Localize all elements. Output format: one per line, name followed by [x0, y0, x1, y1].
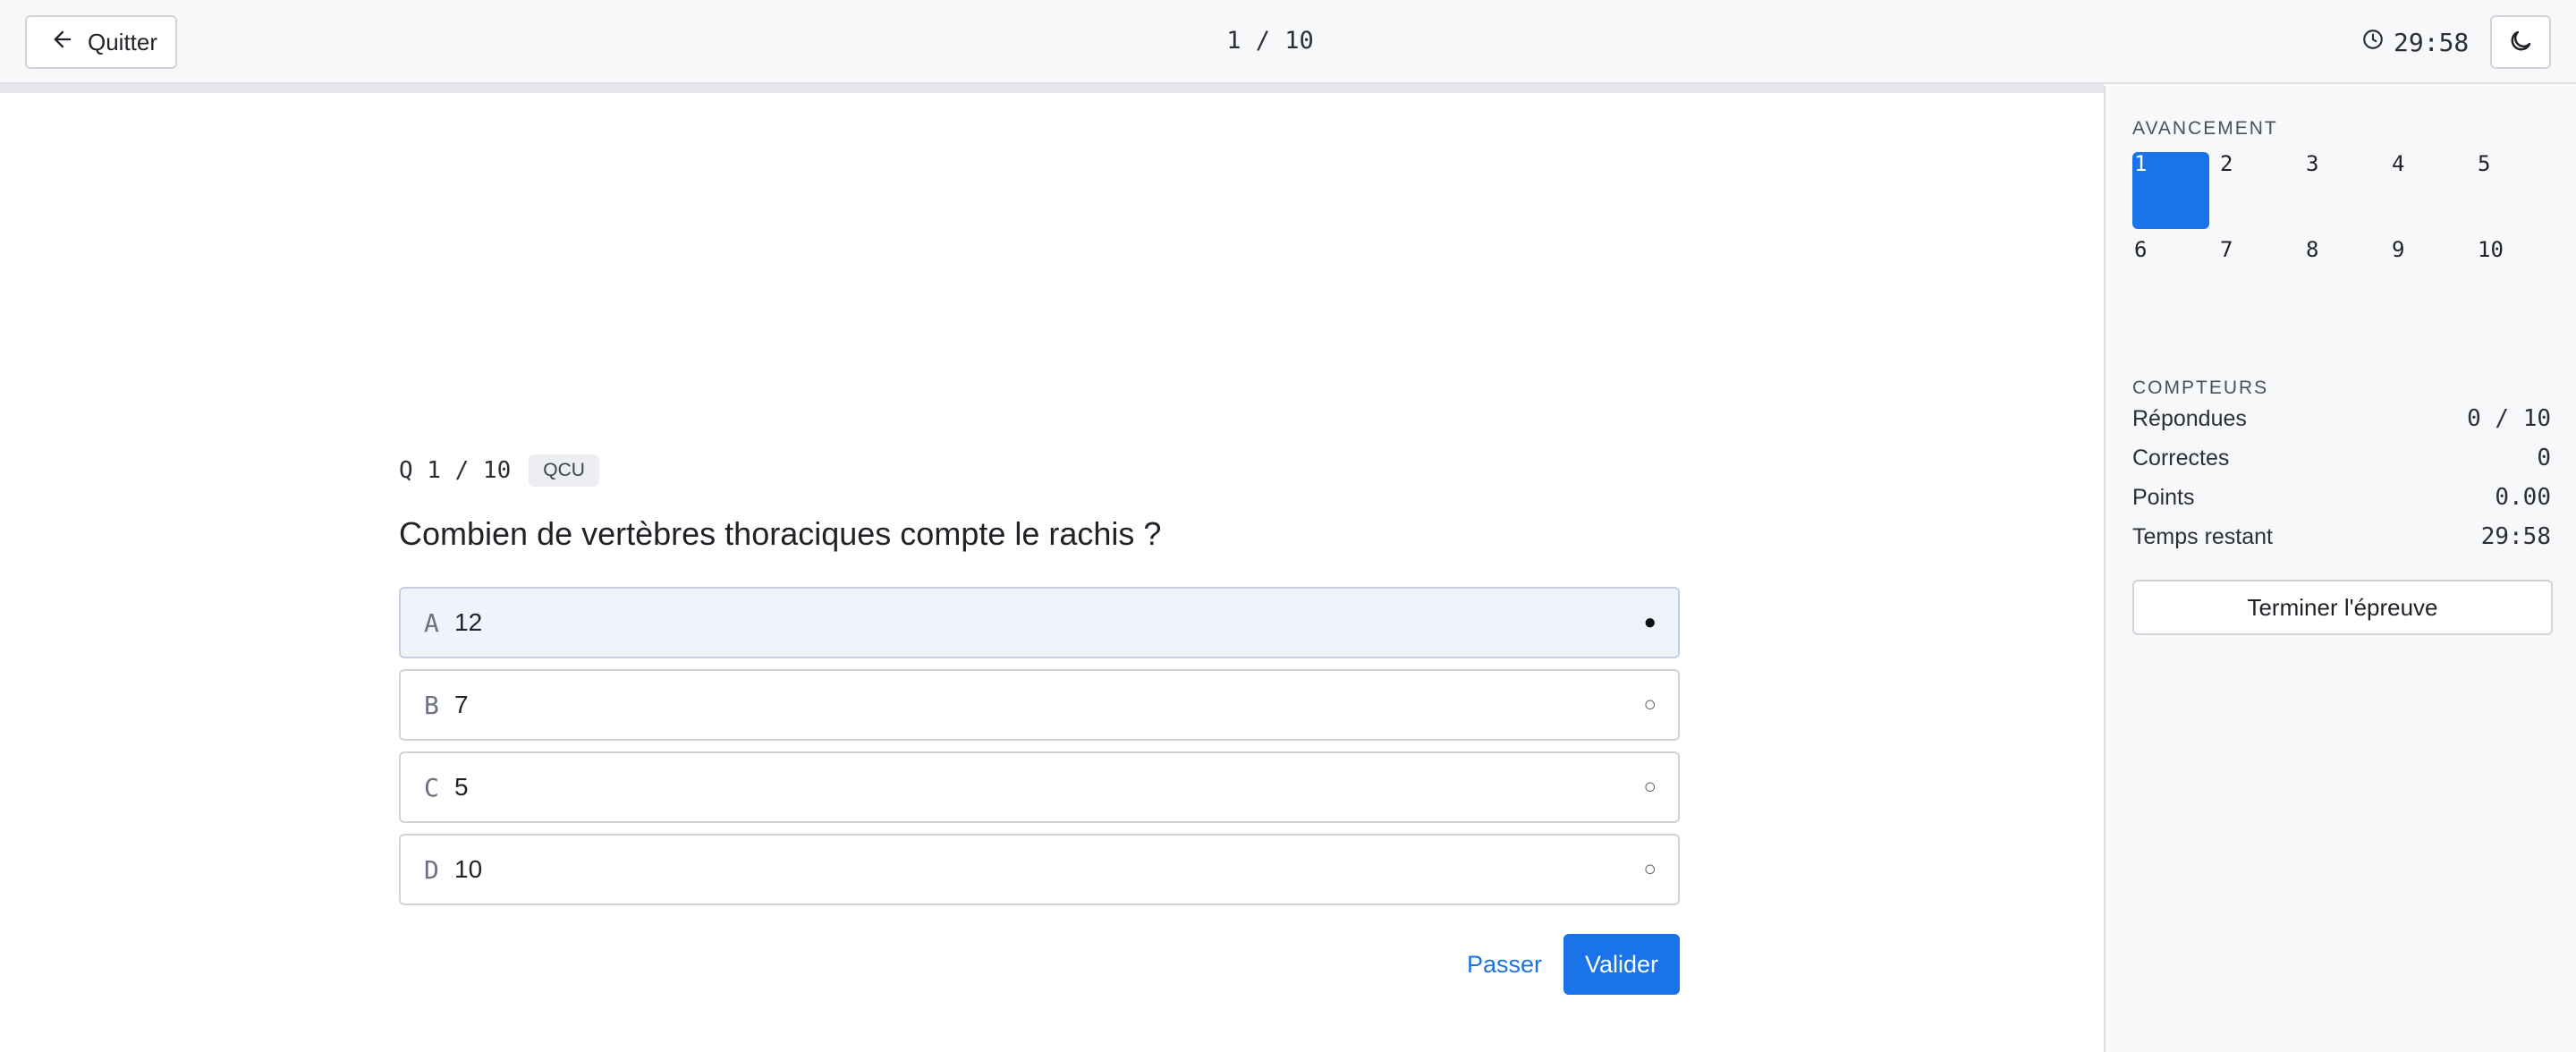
sidebar: AVANCEMENT 1 2 3 4 5 6 7 8 9 10 COMPTEUR…	[2104, 86, 2576, 1052]
question-text: Combien de vertèbres thoraciques compte …	[399, 515, 1162, 552]
counter-label: Répondues	[2132, 405, 2247, 431]
top-bar: Quitter 1 / 10 29:58	[0, 0, 2576, 84]
radio-icon: ○	[1643, 692, 1657, 717]
counter-value: 0 / 10	[2467, 405, 2551, 432]
skip-button[interactable]: Passer	[1467, 951, 1542, 979]
choice-c[interactable]: C 5 ○	[399, 751, 1680, 823]
question-actions: Passer Valider	[1449, 934, 1680, 995]
question-nav-6[interactable]: 6	[2132, 238, 2209, 315]
choice-list: A 12 ● B 7 ○ C 5 ○ D 10 ○	[399, 587, 1680, 916]
question-nav-7[interactable]: 7	[2218, 238, 2295, 315]
question-nav-4[interactable]: 4	[2390, 152, 2467, 229]
choice-d[interactable]: D 10 ○	[399, 834, 1680, 905]
choice-b[interactable]: B 7 ○	[399, 669, 1680, 741]
choice-text: 10	[454, 855, 483, 883]
question-position: 1 / 10	[1226, 27, 1314, 55]
clock-icon	[2361, 28, 2385, 57]
radio-icon: ●	[1643, 610, 1657, 634]
question-nav-5[interactable]: 5	[2476, 152, 2553, 229]
radio-icon: ○	[1643, 775, 1657, 799]
progress-bar	[0, 84, 2104, 93]
theme-toggle-button[interactable]	[2490, 15, 2551, 69]
choice-text: 5	[454, 773, 469, 801]
moon-icon	[2507, 28, 2534, 57]
progress-section-title: AVANCEMENT	[2132, 118, 2278, 139]
question-nav-9[interactable]: 9	[2390, 238, 2467, 315]
question-nav-3[interactable]: 3	[2304, 152, 2381, 229]
counter-label: Temps restant	[2132, 523, 2274, 549]
counters-section-title: COMPTEURS	[2132, 378, 2269, 398]
radio-icon: ○	[1643, 857, 1657, 881]
question-nav-1[interactable]: 1	[2132, 152, 2209, 229]
counter-time-left: Temps restant 29:58	[2132, 517, 2551, 556]
question-nav-8[interactable]: 8	[2304, 238, 2381, 315]
validate-button[interactable]: Valider	[1563, 934, 1680, 995]
counter-value: 0	[2537, 445, 2551, 471]
choice-letter: B	[424, 690, 439, 720]
counter-label: Points	[2132, 484, 2195, 510]
choice-text: 7	[454, 691, 469, 718]
timer-value: 29:58	[2394, 27, 2470, 57]
question-nav-10[interactable]: 10	[2476, 238, 2553, 315]
counter-correct: Correctes 0	[2132, 438, 2551, 478]
timer: 29:58	[2361, 25, 2469, 59]
counter-points: Points 0.00	[2132, 478, 2551, 517]
choice-letter: D	[424, 854, 439, 885]
choice-letter: C	[424, 772, 439, 802]
counter-value: 29:58	[2480, 523, 2551, 550]
question-grid: 1 2 3 4 5 6 7 8 9 10	[2132, 152, 2551, 324]
question-number: Q 1 / 10	[399, 457, 512, 484]
question-type-badge: QCU	[529, 454, 599, 487]
finish-exam-button[interactable]: Terminer l'épreuve	[2132, 580, 2553, 635]
question-nav-2[interactable]: 2	[2218, 152, 2295, 229]
question-meta: Q 1 / 10 QCU	[399, 454, 599, 487]
choice-a[interactable]: A 12 ●	[399, 587, 1680, 658]
counter-value: 0.00	[2495, 484, 2551, 511]
choice-letter: A	[424, 607, 439, 638]
counter-answered: Répondues 0 / 10	[2132, 399, 2551, 438]
choice-text: 12	[454, 608, 483, 636]
counter-label: Correctes	[2132, 445, 2230, 471]
